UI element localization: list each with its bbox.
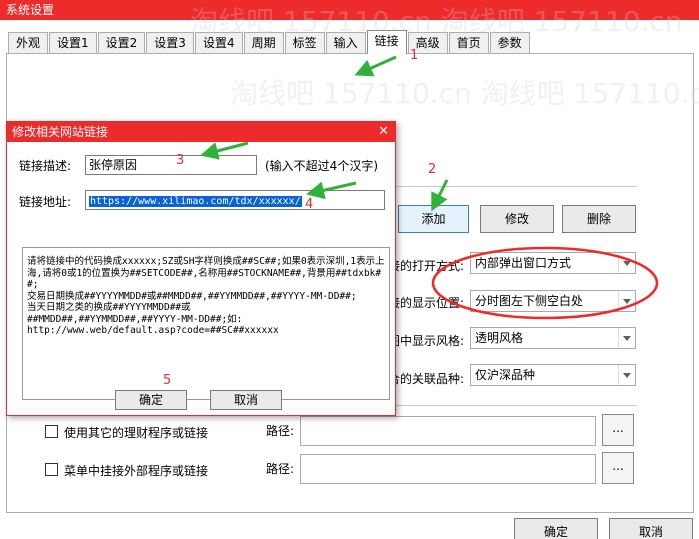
open-mode-value: 内部弹出窗口方式 xyxy=(475,256,572,270)
display-style-select[interactable]: 透明风格 xyxy=(470,327,636,349)
annotation-number-1: 1 xyxy=(410,48,419,63)
display-position-value: 分时图左下侧空白处 xyxy=(475,294,584,308)
tab-settings-2[interactable]: 设置2 xyxy=(97,32,146,54)
divider xyxy=(395,405,637,406)
link-url-selected-text: https://www.xilimao.com/tdx/xxxxxx/ xyxy=(89,196,302,207)
annotation-number-2: 2 xyxy=(428,162,437,177)
dialog-body: 链接描述: 张停原因 (输入不超过4个汉字) 链接地址: https://www… xyxy=(7,142,395,415)
use-other-program-checkbox[interactable] xyxy=(45,425,58,438)
tab-input[interactable]: 输入 xyxy=(325,32,366,54)
tab-period[interactable]: 周期 xyxy=(243,32,284,54)
annotation-number-4: 4 xyxy=(305,197,314,212)
chevron-down-icon xyxy=(618,253,635,273)
display-style-value: 透明风格 xyxy=(475,331,524,345)
browse-program-button[interactable]: ... xyxy=(602,414,634,446)
related-product-label: 合的关联品种: xyxy=(388,372,465,386)
path-label: 路径: xyxy=(266,424,295,438)
tab-settings-1[interactable]: 设置1 xyxy=(49,32,97,54)
display-style-label: 图中显示风格: xyxy=(388,334,465,348)
link-url-label: 链接地址: xyxy=(19,195,72,209)
divider xyxy=(395,186,637,187)
path-label-2: 路径: xyxy=(266,462,295,476)
chevron-down-icon xyxy=(618,365,635,385)
delete-link-button[interactable]: 删除 xyxy=(562,205,636,233)
open-mode-label: 接的打开方式: xyxy=(388,259,465,273)
related-product-select[interactable]: 仅沪深品种 xyxy=(470,364,636,386)
use-other-program-label: 使用其它的理财程序或链接 xyxy=(64,426,209,440)
menu-path-input[interactable] xyxy=(300,454,596,484)
chevron-down-icon xyxy=(618,328,635,348)
tab-parameters[interactable]: 参数 xyxy=(489,32,530,54)
link-url-input[interactable]: https://www.xilimao.com/tdx/xxxxxx/ xyxy=(85,190,385,210)
dialog-cancel-button[interactable]: 取消 xyxy=(210,390,282,410)
chevron-down-icon xyxy=(618,291,635,311)
annotation-number-5: 5 xyxy=(163,373,172,388)
annotation-number-3: 3 xyxy=(176,153,185,168)
tab-home[interactable]: 首页 xyxy=(448,32,489,54)
browse-menu-button[interactable]: ... xyxy=(602,452,634,484)
edit-link-dialog: 修改相关网站链接 ✕ 链接描述: 张停原因 (输入不超过4个汉字) 链接地址: … xyxy=(6,121,396,416)
ok-button[interactable]: 确定 xyxy=(514,518,598,539)
add-link-button[interactable]: 添加 xyxy=(398,205,469,233)
display-position-label: 接的显示位置: xyxy=(388,296,465,310)
link-description-hint: (输入不超过4个汉字) xyxy=(265,159,378,173)
link-description-label: 链接描述: xyxy=(19,159,72,173)
tab-appearance[interactable]: 外观 xyxy=(8,32,49,54)
tab-links[interactable]: 链接 xyxy=(366,30,407,54)
display-position-select[interactable]: 分时图左下侧空白处 xyxy=(470,290,636,312)
window-title: 系统设置 xyxy=(0,0,699,20)
link-instructions-text: 请将链接中的代码换成xxxxxx;SZ或SH字样则换成##SC##;如果0表示深… xyxy=(22,247,390,400)
dialog-ok-button[interactable]: 确定 xyxy=(115,390,187,410)
dialog-title: 修改相关网站链接 xyxy=(12,125,109,139)
program-path-input[interactable] xyxy=(300,416,596,446)
open-mode-select[interactable]: 内部弹出窗口方式 xyxy=(470,252,636,274)
link-description-input[interactable]: 张停原因 xyxy=(85,155,257,175)
close-icon[interactable]: ✕ xyxy=(378,122,389,142)
tab-labels[interactable]: 标签 xyxy=(284,32,325,54)
menu-external-checkbox[interactable] xyxy=(45,463,58,476)
cancel-button[interactable]: 取消 xyxy=(609,518,693,539)
modify-link-button[interactable]: 修改 xyxy=(480,205,554,233)
tab-strip: 外观 设置1 设置2 设置3 设置4 周期 标签 输入 链接 高级 首页 参数 xyxy=(8,30,531,54)
related-product-value: 仅沪深品种 xyxy=(475,368,536,382)
menu-external-label: 菜单中挂接外部程序或链接 xyxy=(64,464,209,478)
tab-settings-3[interactable]: 设置3 xyxy=(146,32,194,54)
tab-settings-4[interactable]: 设置4 xyxy=(194,32,243,54)
dialog-titlebar[interactable]: 修改相关网站链接 ✕ xyxy=(7,122,395,142)
